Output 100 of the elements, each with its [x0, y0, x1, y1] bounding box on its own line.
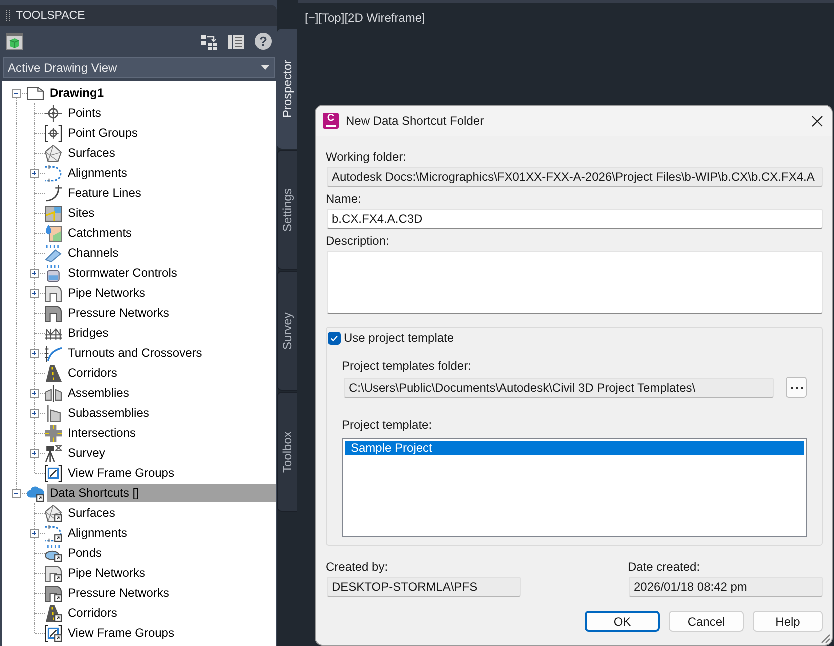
grid-arrow-icon[interactable]	[201, 34, 217, 50]
side-tab[interactable]: Toolbox	[277, 392, 297, 512]
description-field[interactable]	[327, 251, 823, 314]
expand-toggle[interactable]	[30, 169, 39, 178]
side-tab[interactable]: Prospector	[277, 29, 297, 149]
field-label: Working folder:	[326, 150, 408, 165]
side-tab[interactable]: Survey	[277, 271, 297, 391]
tree-item[interactable]: Feature Lines	[65, 184, 144, 202]
cube-window-icon[interactable]	[6, 33, 23, 50]
name-field[interactable]: b.CX.FX4.A.C3D	[327, 209, 823, 229]
tree-item[interactable]: Catchments	[65, 224, 136, 242]
tree-item[interactable]: View Frame Groups	[65, 464, 178, 482]
curve-icon	[45, 184, 62, 202]
triangle-mesh-shortcut-icon	[45, 504, 62, 522]
tree-item[interactable]: Stormwater Controls	[65, 264, 180, 282]
side-tab[interactable]: Settings	[277, 150, 297, 270]
expand-toggle[interactable]	[30, 349, 39, 358]
tree-item[interactable]: Ponds	[65, 544, 106, 562]
tree-item[interactable]: Alignments	[65, 524, 130, 542]
templates-folder-field[interactable]: C:\Users\Public\Documents\Autodesk\Civil 3D Project Templates\	[344, 378, 774, 398]
field-label: Project template:	[342, 418, 434, 433]
tree-item[interactable]: Corridors	[65, 364, 120, 382]
help-button[interactable]: ?	[255, 33, 272, 50]
tree-item[interactable]: Corridors	[65, 604, 120, 622]
date-created-field[interactable]: 2026/01/18 08:42 pm	[629, 577, 823, 597]
rain-channel-icon	[45, 244, 62, 262]
tripod-icon	[45, 444, 62, 462]
view-frame-icon	[45, 464, 62, 482]
tree-item[interactable]: Point Groups	[65, 124, 142, 142]
toolspace-title: TOOLSPACE	[16, 10, 86, 22]
field-label: Date created:	[628, 560, 702, 575]
dialog-button[interactable]: Cancel	[669, 611, 744, 632]
droplet-map-icon	[45, 224, 62, 242]
dialog-title: New Data Shortcut Folder	[346, 114, 484, 128]
tree-item[interactable]: Intersections	[65, 424, 140, 442]
viewport-label[interactable]: [−][Top][2D Wireframe]	[305, 11, 426, 25]
expand-toggle[interactable]	[30, 529, 39, 538]
tree-item[interactable]: Points	[65, 104, 104, 122]
template-list-item[interactable]: Sample Project	[345, 441, 804, 455]
tree-item[interactable]: Surfaces	[65, 144, 118, 162]
field-label: Description:	[326, 234, 390, 249]
expand-toggle[interactable]	[30, 289, 39, 298]
tree-item[interactable]: Turnouts and Crossovers	[65, 344, 206, 362]
tree-item[interactable]: Pressure Networks	[65, 584, 172, 602]
created-by-field[interactable]: DESKTOP-STORMLA\PFS	[327, 577, 521, 597]
tree-item[interactable]: Channels	[65, 244, 122, 262]
tree-item[interactable]: Survey	[65, 444, 108, 462]
field-label: Name:	[326, 192, 362, 207]
tree-item[interactable]: Pipe Networks	[65, 564, 148, 582]
cloud-shortcut-icon	[27, 484, 44, 502]
dashed-curve-shortcut-icon	[45, 524, 62, 542]
app-logo: C	[323, 113, 339, 129]
checkbox[interactable]	[328, 332, 341, 344]
tree-item[interactable]: Assemblies	[65, 384, 132, 402]
assembly-icon	[45, 384, 62, 402]
road-icon	[45, 364, 62, 382]
page-icon	[27, 84, 44, 102]
field-label: Created by:	[326, 560, 390, 575]
collapse-toggle[interactable]	[12, 489, 21, 498]
expand-toggle[interactable]	[30, 389, 39, 398]
tree-item[interactable]: Surfaces	[65, 504, 118, 522]
tree-item[interactable]: Data Shortcuts []	[47, 484, 276, 502]
tree-item[interactable]: Drawing1	[47, 84, 108, 102]
pipe-shortcut-icon	[45, 564, 62, 582]
close-icon	[812, 116, 822, 126]
field-label: Project templates folder:	[342, 359, 472, 374]
subassembly-icon	[45, 404, 62, 422]
tree-item[interactable]: Sites	[65, 204, 98, 222]
pipe-icon	[45, 284, 62, 302]
tree-item[interactable]: View Frame Groups	[65, 624, 178, 642]
resize-grip-icon[interactable]	[821, 634, 830, 643]
view-dropdown[interactable]: Active Drawing View	[3, 57, 275, 78]
collapse-toggle[interactable]	[12, 89, 21, 98]
dashed-curve-icon	[45, 164, 62, 182]
tree-item[interactable]: Alignments	[65, 164, 130, 182]
checkbox-label[interactable]: Use project template	[344, 331, 454, 345]
dialog-button[interactable]: Help	[753, 611, 823, 632]
browse-button[interactable]	[786, 377, 807, 398]
working-folder-field[interactable]: Autodesk Docs:\Micrographics\FX01XX-FXX-A-2026\Project Files\b-WIP\b.CX\b.CX.FX4.A	[327, 167, 823, 187]
tree-item[interactable]: Pressure Networks	[65, 304, 172, 322]
site-map-icon	[45, 204, 62, 222]
template-list[interactable]: Sample Project	[342, 438, 807, 537]
tree-item[interactable]: Bridges	[65, 324, 112, 342]
bracketed-crosshair-icon	[45, 124, 62, 142]
triangle-mesh-icon	[45, 144, 62, 162]
tree-item[interactable]: Pipe Networks	[65, 284, 148, 302]
crosshair-icon	[45, 104, 62, 122]
expand-toggle[interactable]	[30, 409, 39, 418]
pond-shortcut-icon	[45, 544, 62, 562]
tree-item[interactable]: Subassemblies	[65, 404, 152, 422]
expand-toggle[interactable]	[30, 269, 39, 278]
track-branch-icon	[45, 344, 62, 362]
expand-toggle[interactable]	[30, 449, 39, 458]
intersection-icon	[45, 424, 62, 442]
panel-list-icon[interactable]	[228, 34, 244, 50]
dialog-button[interactable]: OK	[585, 611, 660, 632]
view-frame-shortcut-icon	[45, 624, 62, 642]
rain-tank-icon	[45, 264, 62, 282]
caret-icon	[261, 65, 270, 70]
road-shortcut-icon	[45, 604, 62, 622]
